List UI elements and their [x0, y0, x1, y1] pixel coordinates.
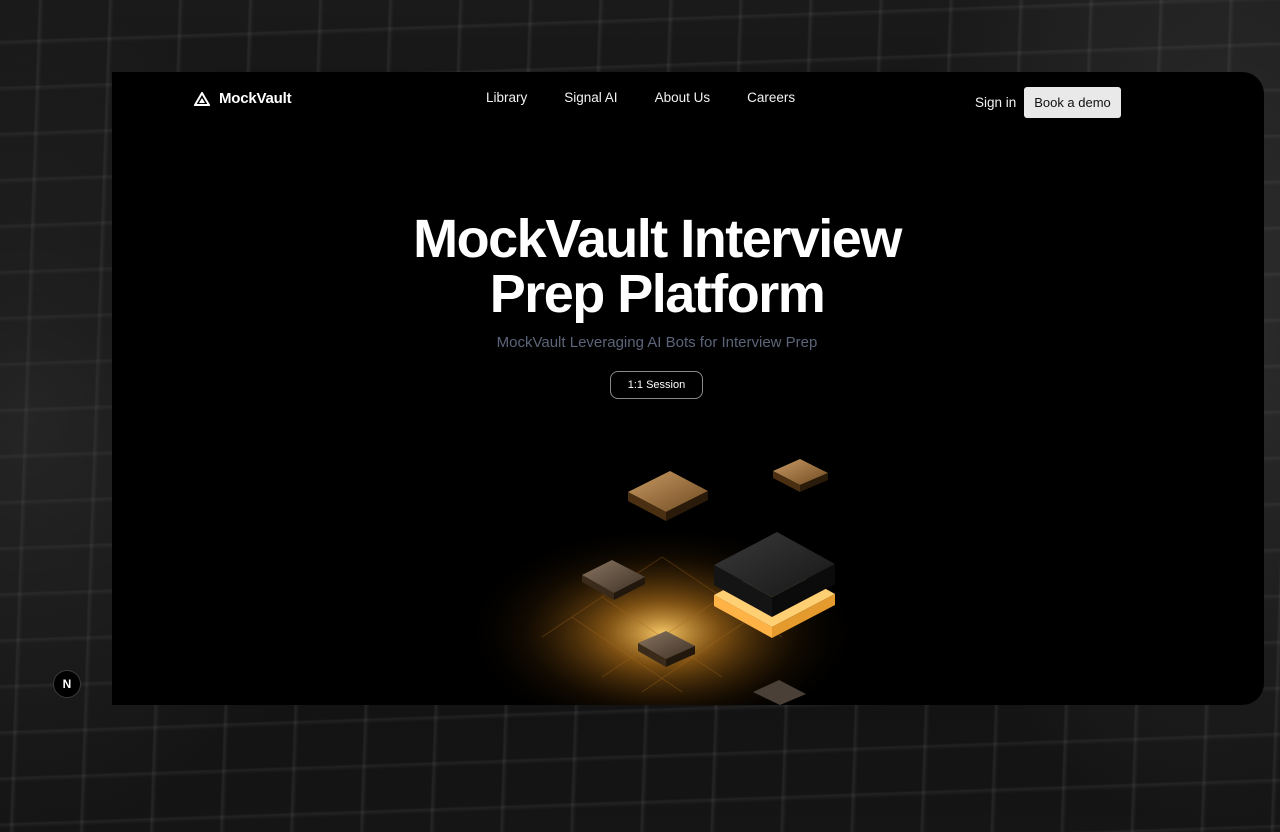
top-navigation: MockVault Library Signal AI About Us Car… — [112, 72, 1264, 132]
triangle-logo-icon — [194, 91, 210, 106]
nav-link-library[interactable]: Library — [486, 90, 527, 105]
hero-title-line-2: Prep Platform — [489, 264, 826, 324]
badge-label: N — [62, 677, 72, 691]
next-devtools-badge[interactable]: N — [53, 670, 81, 698]
hero-title-line-1: MockVault Interview — [413, 209, 902, 269]
nav-link-about-us[interactable]: About Us — [655, 90, 711, 105]
sign-in-link[interactable]: Sign in — [975, 95, 1016, 110]
nav-links: Library Signal AI About Us Careers — [486, 90, 795, 105]
tile-top-center — [773, 459, 828, 492]
brand-logo[interactable]: MockVault — [194, 90, 292, 107]
book-demo-button[interactable]: Book a demo — [1024, 87, 1121, 118]
glowing-blocks-illustration — [462, 459, 852, 705]
one-on-one-session-button[interactable]: 1:1 Session — [610, 371, 703, 399]
hero-card: MockVault Library Signal AI About Us Car… — [112, 72, 1264, 705]
hero-subtitle: MockVault Leveraging AI Bots for Intervi… — [496, 334, 818, 351]
hero-title: MockVault Interview Prep Platform — [112, 212, 1202, 322]
nav-link-signal-ai[interactable]: Signal AI — [564, 90, 617, 105]
brand-name: MockVault — [219, 90, 292, 107]
nav-link-careers[interactable]: Careers — [747, 90, 795, 105]
